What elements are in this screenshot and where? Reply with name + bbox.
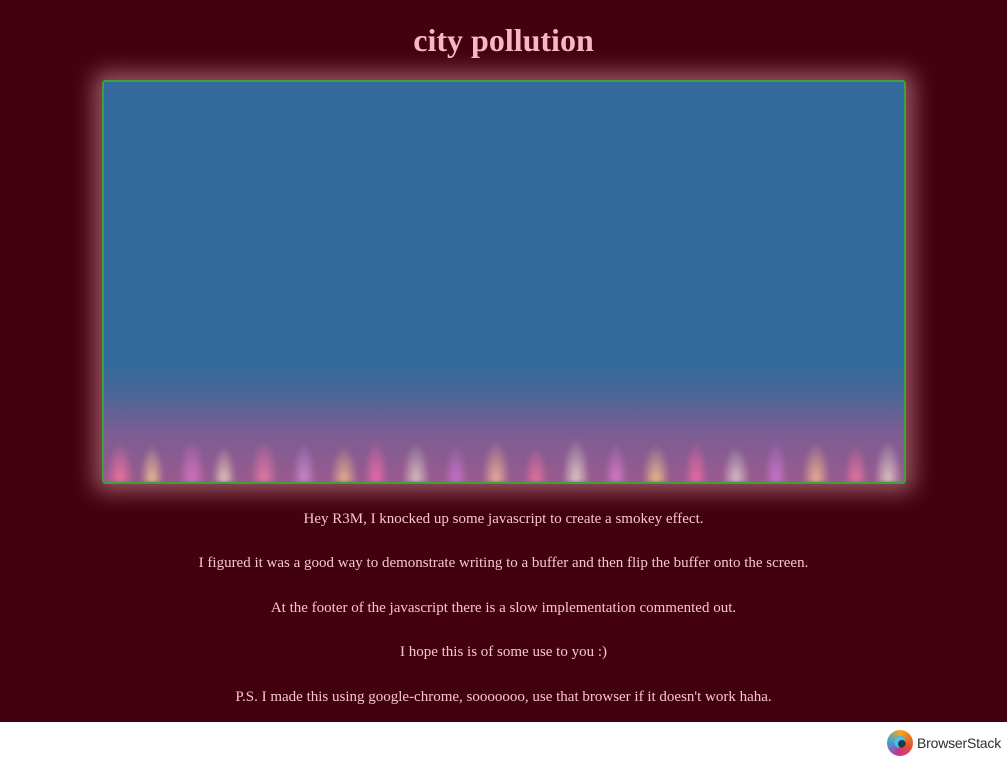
smoke-canvas <box>102 80 906 484</box>
browserstack-badge: BrowserStack <box>887 729 1001 757</box>
message-line-4: I hope this is of some use to you :) <box>399 644 608 660</box>
message-line-2: I figured it was a good way to demonstra… <box>198 555 809 571</box>
browserstack-brand-name: BrowserStack <box>917 735 1001 751</box>
browserstack-logo-icon <box>887 730 914 756</box>
message-line-3: At the footer of the javascript there is… <box>270 600 737 616</box>
page-title: city pollution <box>413 22 594 58</box>
smoke-effect <box>104 387 904 482</box>
page-background: city pollution Hey R3M, I knocked up som… <box>0 0 1007 722</box>
message-line-5: P.S. I made this using google-chrome, so… <box>235 689 772 705</box>
message-line-1: Hey R3M, I knocked up some javascript to… <box>303 511 704 527</box>
